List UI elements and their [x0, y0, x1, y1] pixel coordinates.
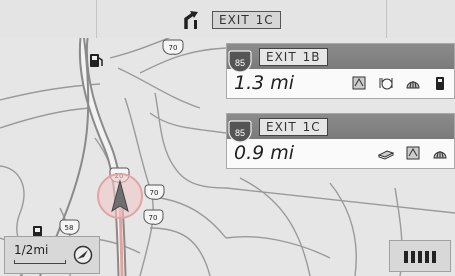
map-scale[interactable]: 1/2mi — [4, 236, 100, 274]
lodging-icon — [406, 146, 420, 160]
navigation-screen: EXIT 1C 70 70 70 58 85 EXIT 1B 1.3 mi 85… — [0, 0, 455, 276]
exit-sign: EXIT 1C — [259, 118, 328, 136]
exit-services — [367, 145, 448, 161]
road-shield-label: 70 — [149, 214, 158, 222]
exit-number: 1B — [302, 50, 321, 64]
signal-strength-indicator — [389, 240, 451, 272]
exit-card-body: 0.9 mi — [227, 139, 454, 168]
exit-label: EXIT — [266, 50, 297, 64]
road-shield: 70 — [162, 39, 184, 55]
scale-bar — [14, 260, 66, 264]
exit-label: EXIT — [266, 120, 297, 134]
road-shield: 70 — [144, 184, 165, 200]
next-exit-sign: EXIT 1C — [212, 11, 281, 29]
signal-bar — [425, 251, 429, 263]
svg-text:85: 85 — [235, 128, 245, 138]
exit-services — [340, 75, 448, 91]
signal-bar — [432, 251, 436, 263]
next-exit-indicator[interactable]: EXIT 1C — [180, 10, 281, 30]
exit-number: 1C — [302, 120, 321, 134]
exit-card-body: 1.3 mi — [227, 69, 454, 98]
exit-card-header: 85 EXIT 1C — [227, 114, 454, 143]
top-bar: EXIT 1C — [0, 0, 455, 39]
top-bar-divider — [96, 0, 97, 38]
restaurant-icon — [379, 78, 393, 90]
next-exit-label: EXIT — [219, 13, 250, 27]
hotel-icon — [378, 150, 394, 160]
exit-sign: EXIT 1B — [259, 48, 328, 66]
signal-bar — [418, 251, 422, 263]
road-shield-label: 58 — [65, 224, 74, 232]
compass-icon[interactable] — [73, 245, 93, 265]
road-shield: 58 — [59, 219, 80, 235]
road-shield: 70 — [143, 209, 164, 225]
exit-distance: 1.3 mi — [234, 72, 295, 94]
exit-card[interactable]: 85 EXIT 1B 1.3 mi — [226, 43, 455, 99]
vehicle-position-icon — [97, 173, 143, 219]
next-exit-number: 1C — [255, 13, 274, 27]
exit-arrow-icon — [184, 11, 198, 29]
signal-bar — [404, 251, 408, 263]
gas-station-icon — [433, 151, 447, 159]
exit-distance: 0.9 mi — [234, 142, 295, 164]
road-shield-label: 70 — [169, 44, 178, 52]
lodging-icon — [352, 76, 366, 90]
exit-card-header: 85 EXIT 1B — [227, 44, 454, 73]
road-shield-label: 70 — [150, 189, 159, 197]
scale-label: 1/2mi — [14, 243, 49, 257]
fuel-pump-icon — [436, 77, 444, 90]
top-bar-divider — [386, 0, 387, 38]
exit-card[interactable]: 85 EXIT 1C 0.9 mi — [226, 113, 455, 169]
svg-text:85: 85 — [235, 58, 245, 68]
gas-station-icon — [406, 81, 420, 89]
signal-bar — [411, 251, 415, 263]
